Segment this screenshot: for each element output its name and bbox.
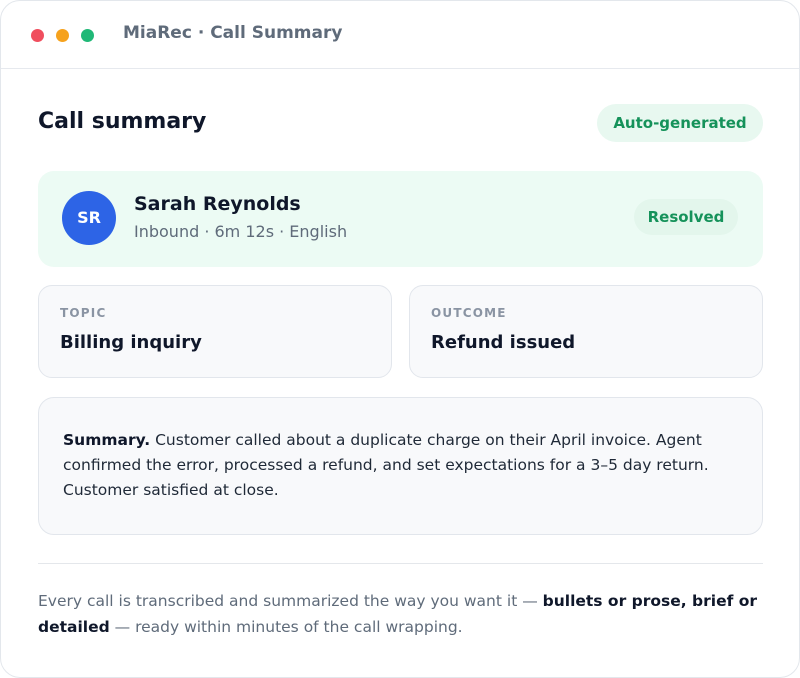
caller-card: SR Sarah Reynolds Inbound · 6m 12s · Eng… (38, 171, 763, 267)
minimize-window-dot[interactable] (56, 29, 69, 42)
auto-generated-badge: Auto-generated (597, 104, 763, 142)
footer-text: Every call is transcribed and summarized… (38, 588, 768, 640)
summary-text: Summary. Customer called about a duplica… (63, 428, 733, 503)
summary-label: Summary. (63, 431, 151, 449)
close-window-dot[interactable] (31, 29, 44, 42)
outcome-label: OUTCOME (431, 306, 507, 320)
status-badge: Resolved (634, 199, 738, 235)
topic-card: TOPIC Billing inquiry (38, 285, 392, 378)
page-title: Call summary (38, 109, 207, 134)
avatar: SR (62, 191, 116, 245)
caller-name: Sarah Reynolds (134, 193, 301, 215)
caller-meta: Inbound · 6m 12s · English (134, 222, 348, 241)
maximize-window-dot[interactable] (81, 29, 94, 42)
window-title: MiaRec · Call Summary (123, 23, 343, 43)
topic-label: TOPIC (60, 306, 107, 320)
app-window: MiaRec · Call Summary Call summary Auto-… (0, 0, 800, 678)
footer-outro: — ready within minutes of the call wrapp… (109, 618, 463, 636)
summary-card: Summary. Customer called about a duplica… (38, 397, 763, 535)
summary-body: Customer called about a duplicate charge… (63, 431, 709, 499)
outcome-card: OUTCOME Refund issued (409, 285, 763, 378)
footer-intro: Every call is transcribed and summarized… (38, 592, 543, 610)
title-bar: MiaRec · Call Summary (1, 1, 799, 69)
topic-value: Billing inquiry (60, 332, 202, 353)
divider (38, 563, 763, 564)
outcome-value: Refund issued (431, 332, 576, 353)
